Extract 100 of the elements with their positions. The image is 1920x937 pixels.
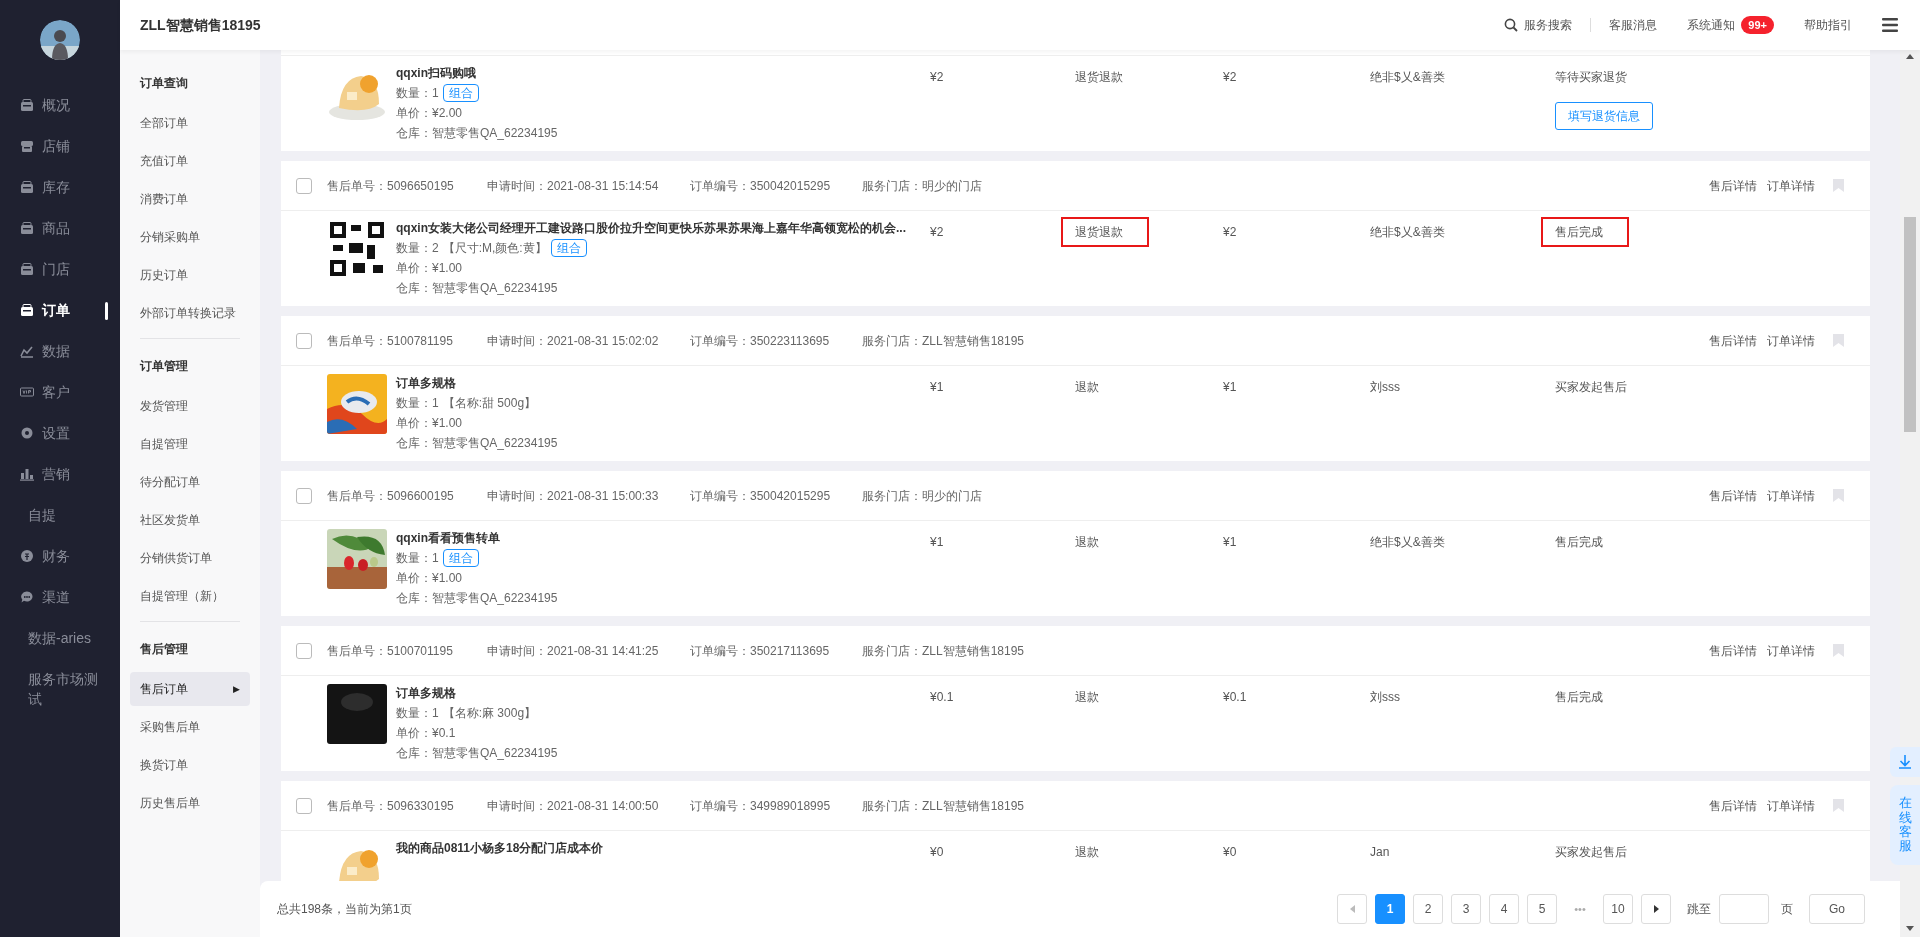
order-meta: 申请时间：2021-08-31 15:00:33	[487, 487, 660, 505]
nav-item[interactable]: 设置	[0, 412, 120, 453]
scroll-up-icon[interactable]	[1906, 54, 1914, 59]
nav-item[interactable]: 门店	[0, 248, 120, 289]
nav-item[interactable]: 数据-aries	[0, 617, 120, 658]
combo-tag: 组合	[442, 549, 479, 567]
nav-item[interactable]: 订单	[0, 289, 120, 330]
header-link[interactable]: 客服消息	[1609, 16, 1658, 34]
download-button[interactable]	[1890, 747, 1920, 777]
submenu-item[interactable]: 分销采购单	[130, 220, 250, 254]
spec-text: 【尺寸:M,颜色:黄】	[442, 240, 547, 257]
submenu-item[interactable]: 消费订单	[130, 182, 250, 216]
checkbox[interactable]	[296, 797, 312, 814]
price-cell-text: ¥1	[930, 379, 944, 396]
nav-item[interactable]: 营销	[0, 453, 120, 494]
quantity-text: 数量：1	[396, 395, 439, 412]
submenu-item[interactable]: 社区发货单	[130, 503, 250, 537]
submenu-item[interactable]: 待分配订单	[130, 465, 250, 499]
scrollbar-thumb[interactable]	[1904, 217, 1916, 432]
page-button[interactable]: 3	[1451, 894, 1481, 924]
bookmark-icon[interactable]	[1833, 334, 1844, 347]
page-button[interactable]: 10	[1603, 894, 1633, 924]
search-button[interactable]: 服务搜索	[1504, 16, 1573, 34]
menu-icon[interactable]	[1882, 18, 1898, 32]
page-button[interactable]: 5	[1527, 894, 1557, 924]
detail-link[interactable]: 订单详情	[1767, 796, 1815, 815]
bar-chart-icon	[20, 467, 34, 481]
unit-price: 单价：¥2.00	[396, 105, 464, 122]
buyer-cell-text: 绝非$乂&善类	[1370, 534, 1445, 551]
prev-page-button[interactable]	[1337, 894, 1367, 924]
submenu-item[interactable]: 售后订单 ▶	[130, 672, 250, 706]
gear-icon	[20, 426, 34, 440]
unit-price: 单价：¥0.1	[396, 725, 457, 742]
status-cell-text: 买家发起售后	[1555, 844, 1627, 861]
refund-cell-text: ¥1	[1223, 379, 1237, 396]
page-unit: 页	[1781, 901, 1793, 918]
submenu-item[interactable]: 充值订单	[130, 144, 250, 178]
order-meta: 订单编号：349989018995	[690, 797, 832, 815]
buyer-cell-text: 绝非$乂&善类	[1370, 69, 1445, 86]
status-cell-text: 等待买家退货	[1555, 69, 1627, 86]
detail-link[interactable]: 售后详情	[1709, 486, 1757, 505]
page-button[interactable]: 4	[1489, 894, 1519, 924]
detail-link[interactable]: 订单详情	[1767, 331, 1815, 350]
status-cell-text: 买家发起售后	[1555, 379, 1627, 396]
checkbox[interactable]	[296, 487, 312, 504]
submenu-heading: 订单查询	[138, 75, 189, 92]
submenu-item[interactable]: 外部订单转换记录	[130, 296, 250, 330]
submenu-item[interactable]: 自提管理（新）	[130, 579, 250, 613]
go-button[interactable]: Go	[1809, 894, 1865, 924]
submenu-item[interactable]: 换货订单	[130, 748, 250, 782]
nav-item[interactable]: 财务	[0, 535, 120, 576]
submenu-item[interactable]: 历史订单	[130, 258, 250, 292]
order-meta: 申请时间：2021-08-31 15:14:54	[487, 177, 660, 195]
detail-link[interactable]: 售后详情	[1709, 796, 1757, 815]
submenu-item[interactable]: 全部订单	[130, 106, 250, 140]
submenu-item[interactable]: 历史售后单	[130, 786, 250, 820]
detail-link[interactable]: 售后详情	[1709, 331, 1757, 350]
product-title: 我的商品0811小杨多18分配门店成本价	[396, 840, 604, 857]
nav-item[interactable]: 商品	[0, 207, 120, 248]
detail-link[interactable]: 订单详情	[1767, 641, 1815, 660]
bookmark-icon[interactable]	[1833, 644, 1844, 657]
next-page-button[interactable]	[1641, 894, 1671, 924]
nav-item[interactable]: 库存	[0, 166, 120, 207]
nav-item[interactable]: 渠道	[0, 576, 120, 617]
download-icon	[1899, 755, 1911, 769]
header-link[interactable]: 系统通知	[1687, 16, 1736, 34]
product-title: qqxin扫码购哦	[396, 65, 477, 82]
detail-link[interactable]: 订单详情	[1767, 176, 1815, 195]
bookmark-icon[interactable]	[1833, 799, 1844, 812]
submenu-item[interactable]: 发货管理	[130, 389, 250, 423]
type-cell: 退货退款	[1061, 217, 1149, 247]
nav-item[interactable]: 自提	[0, 494, 120, 535]
nav-item[interactable]: 概况	[0, 84, 120, 125]
checkbox[interactable]	[296, 642, 312, 659]
refund-cell-text: ¥2	[1223, 224, 1237, 241]
bookmark-icon[interactable]	[1833, 179, 1844, 192]
header-link[interactable]: 帮助指引	[1804, 16, 1852, 34]
nav-item[interactable]: 数据	[0, 330, 120, 371]
submenu-item[interactable]: 自提管理	[130, 427, 250, 461]
checkbox[interactable]	[296, 332, 312, 349]
submenu-item[interactable]: 采购售后单	[130, 710, 250, 744]
nav-item[interactable]: 客户	[0, 371, 120, 412]
nav-item[interactable]: 店铺	[0, 125, 120, 166]
detail-link[interactable]: 售后详情	[1709, 176, 1757, 195]
submenu-item[interactable]: 分销供货订单	[130, 541, 250, 575]
order-meta: 售后单号：5096330195	[327, 797, 455, 815]
combo-tag: 组合	[550, 239, 587, 257]
buyer-cell-text: 刘sss	[1370, 379, 1400, 396]
page-input[interactable]	[1719, 894, 1769, 924]
detail-link[interactable]: 售后详情	[1709, 641, 1757, 660]
total-summary: 总共198条，当前为第1页	[277, 901, 412, 918]
page-button[interactable]: 2	[1413, 894, 1443, 924]
bookmark-icon[interactable]	[1833, 489, 1844, 502]
nav-item[interactable]: 服务市场测试	[0, 658, 120, 709]
scroll-down-icon[interactable]	[1906, 926, 1914, 931]
detail-link[interactable]: 订单详情	[1767, 486, 1815, 505]
box-icon	[20, 180, 34, 194]
type-cell-text: 退款	[1075, 844, 1099, 861]
product-title: qqxin女装大佬公司经理开工建设路口股价拉升空间更快乐苏果苏果海上嘉年华高领宽松的机会...	[396, 220, 906, 237]
checkbox[interactable]	[296, 177, 312, 194]
